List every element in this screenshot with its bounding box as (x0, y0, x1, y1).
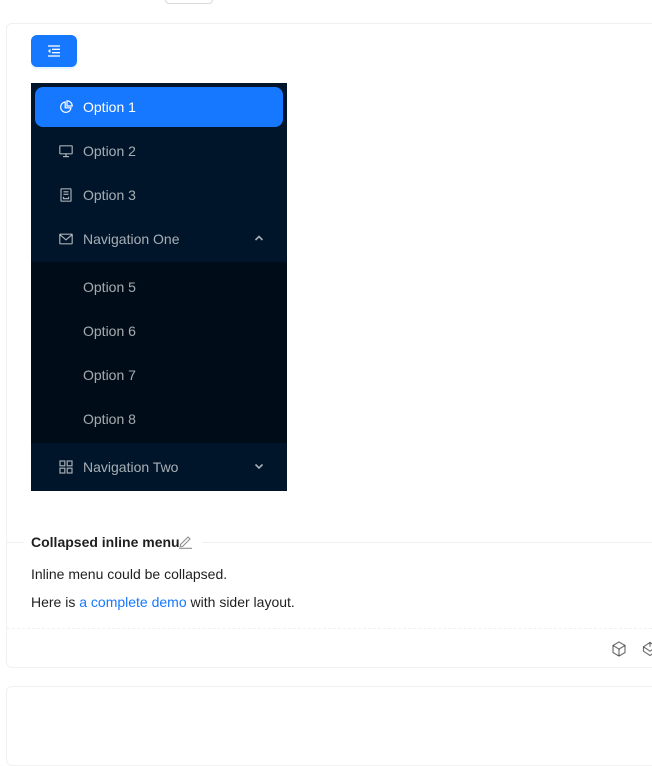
divider (6, 542, 24, 543)
submenu-title-navigation-two[interactable]: Navigation Two (35, 447, 283, 487)
menu-item-option-8[interactable]: Option 8 (35, 399, 283, 439)
divider (202, 542, 652, 543)
menu-item-option-1[interactable]: Option 1 (35, 87, 283, 127)
menu-toggle-button[interactable] (31, 35, 77, 67)
menu-item-label: Option 3 (83, 187, 136, 203)
codesandbox-icon[interactable] (611, 641, 627, 657)
inline-menu: Option 1 Option 2 Option 3 Navigation On… (31, 83, 287, 491)
footer-prefix: Here is (31, 594, 80, 610)
menu-item-label: Option 2 (83, 143, 136, 159)
appstore-icon (59, 460, 73, 474)
top-input-stub (165, 0, 213, 4)
menu-item-label: Option 6 (83, 323, 136, 339)
menu-item-option-7[interactable]: Option 7 (35, 355, 283, 395)
menu-item-option-3[interactable]: Option 3 (35, 175, 283, 215)
pie-chart-icon (59, 100, 73, 114)
demo-title: Collapsed inline menu (31, 534, 180, 550)
submenu-label: Navigation One (83, 231, 180, 247)
menu-item-label: Option 8 (83, 411, 136, 427)
demo-section-title: Collapsed inline menu (6, 532, 652, 552)
chevron-up-icon (254, 235, 264, 241)
submenu-title-navigation-one[interactable]: Navigation One (35, 219, 283, 259)
codepen-icon[interactable] (642, 641, 652, 657)
code-actions-divider (7, 628, 652, 629)
menu-fold-icon (48, 45, 60, 57)
menu-item-label: Option 5 (83, 279, 136, 295)
next-demo-card (6, 686, 652, 766)
complete-demo-link[interactable]: a complete demo (79, 594, 186, 610)
mail-icon (59, 232, 73, 246)
menu-item-option-6[interactable]: Option 6 (35, 311, 283, 351)
edit-icon[interactable] (178, 534, 193, 549)
footer-suffix: with sider layout. (186, 594, 295, 610)
submenu-label: Navigation Two (83, 459, 179, 475)
menu-item-label: Option 7 (83, 367, 136, 383)
demo-description: Inline menu could be collapsed. (31, 566, 228, 582)
container-icon (59, 188, 73, 202)
chevron-down-icon (254, 463, 264, 470)
menu-item-option-5[interactable]: Option 5 (35, 267, 283, 307)
menu-item-label: Option 1 (83, 99, 136, 115)
menu-item-option-2[interactable]: Option 2 (35, 131, 283, 171)
desktop-icon (59, 144, 73, 158)
demo-footer-text: Here is a complete demo with sider layou… (31, 594, 295, 610)
